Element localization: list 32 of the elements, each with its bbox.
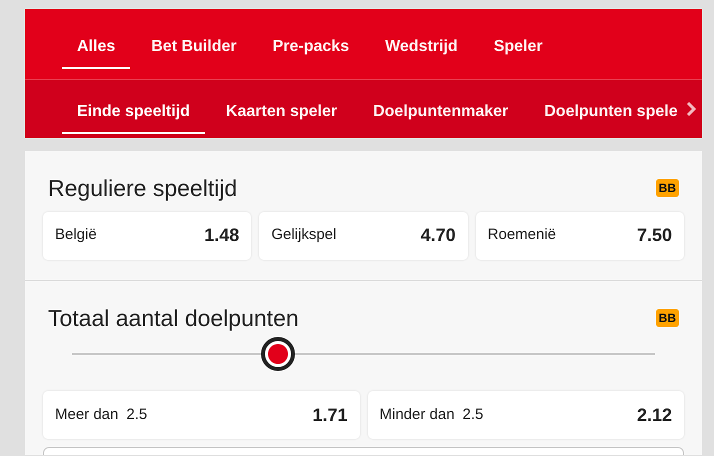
nav-tab[interactable]: Bet Builder — [136, 9, 252, 69]
bb-badge: BB — [656, 179, 679, 198]
nav-tab[interactable]: Pre-packs — [258, 9, 364, 69]
market-title: Reguliere speeltijd — [48, 174, 238, 203]
nav-tab[interactable]: Speler — [478, 9, 558, 69]
option-label: Meer dan — [55, 404, 118, 425]
line-value: 2.5 — [126, 404, 148, 425]
odds-button[interactable]: Gelijkspel 4.70 — [259, 212, 468, 260]
odds-value: 4.70 — [420, 224, 456, 247]
sub-nav-tab[interactable]: Doelpunten spele — [529, 80, 693, 134]
option-label: Roemenië — [488, 225, 556, 246]
option-label: België — [55, 225, 97, 246]
option-label: Minder dan — [380, 404, 455, 425]
chevron-right-icon[interactable] — [686, 102, 696, 116]
sub-nav-tab[interactable]: Einde speeltijd — [62, 80, 205, 134]
odds-button[interactable]: Roemenië 7.50 — [476, 212, 684, 260]
odds-button[interactable]: België 1.48 — [43, 212, 252, 260]
sub-nav-tab[interactable]: Kaarten speler — [210, 80, 352, 134]
bb-badge: BB — [656, 308, 679, 327]
market-title: Totaal aantal doelpunten — [48, 304, 299, 333]
line-value: 2.5 — [462, 404, 484, 425]
odds-value: 1.48 — [204, 224, 240, 247]
nav-tab[interactable]: Wedstrijd — [370, 9, 473, 69]
slider-thumb[interactable] — [261, 337, 296, 371]
odds-value: 1.71 — [312, 404, 348, 426]
odds-value: 2.12 — [636, 404, 672, 426]
odds-button[interactable]: Meer dan 2.5 1.71 — [43, 391, 360, 439]
nav-tab[interactable]: Alles — [62, 9, 130, 69]
sub-nav-tab[interactable]: Doelpuntenmaker — [358, 80, 524, 134]
odds-button[interactable]: Minder dan 2.5 2.12 — [368, 391, 684, 439]
odds-value: 7.50 — [636, 224, 672, 247]
option-label: Gelijkspel — [271, 225, 336, 246]
